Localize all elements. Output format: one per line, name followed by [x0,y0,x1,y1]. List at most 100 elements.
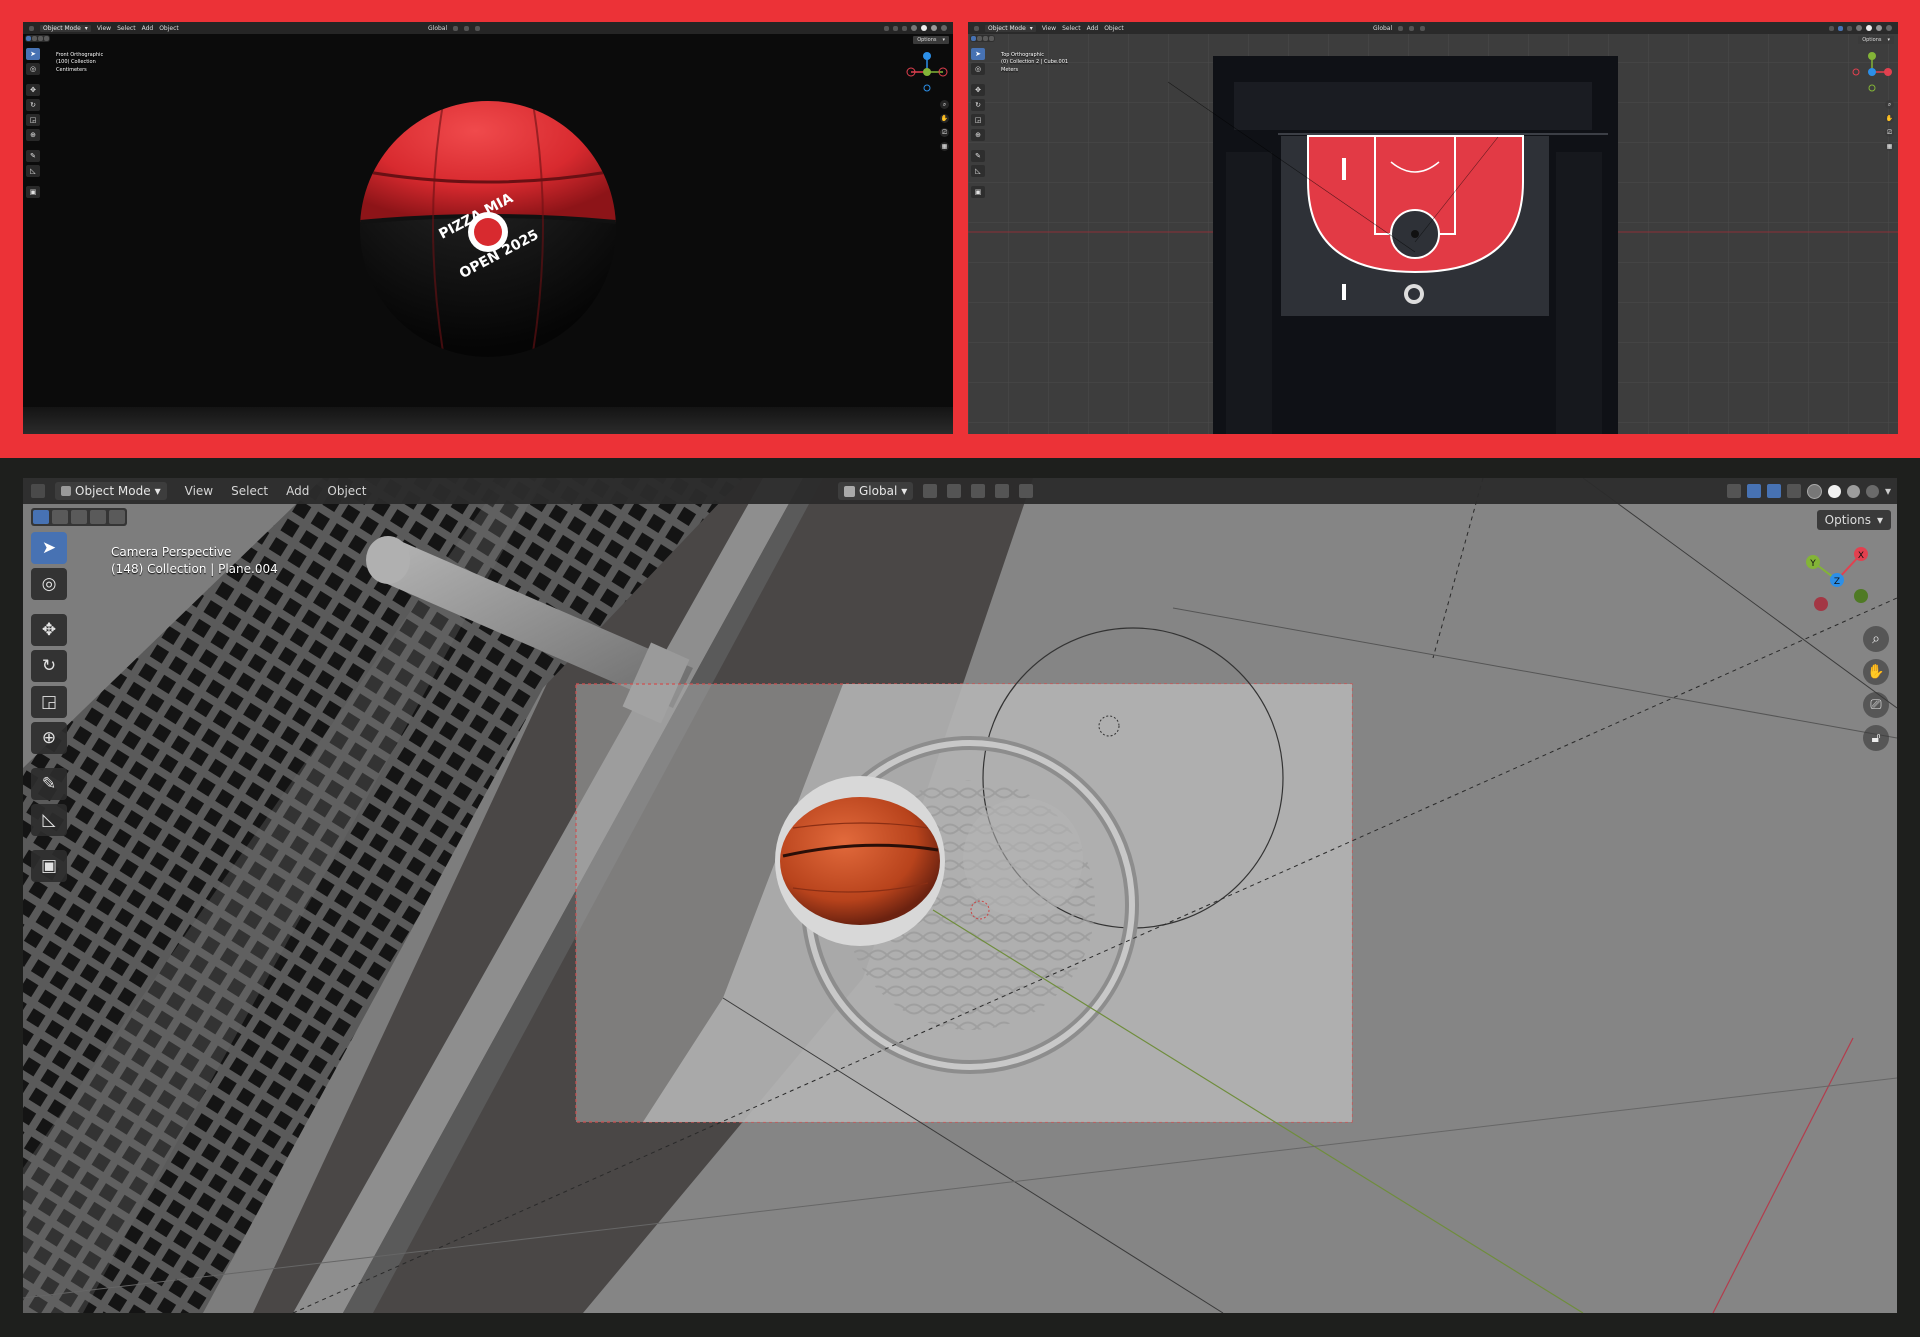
cursor3d-icon[interactable]: ◎ [971,63,985,75]
menu-add[interactable]: Add [1087,25,1099,32]
proportional-icon[interactable] [475,25,481,31]
editor-type-icon[interactable] [31,484,45,498]
hand-icon[interactable]: ✋ [940,114,949,123]
snap-icon[interactable] [464,25,470,31]
visibility-icon[interactable] [1829,25,1834,31]
snap-target-icon[interactable] [971,484,986,498]
menu-object[interactable]: Object [1104,25,1124,32]
navigation-gizmo[interactable] [905,50,949,94]
menu-select[interactable]: Select [117,25,136,32]
menu-object[interactable]: Object [159,25,179,32]
viewport-top-ortho[interactable]: Object Mode ▾ View Select Add Object Glob… [968,22,1898,434]
rendered-shading-icon[interactable] [1886,25,1892,31]
camera-icon[interactable]: ⎚ [940,128,949,137]
add-cube-icon[interactable]: ▣ [971,186,985,198]
menu-add[interactable]: Add [286,484,309,498]
navigation-gizmo[interactable] [1850,50,1894,94]
grid-icon[interactable]: ▦ [940,142,949,151]
camera-icon[interactable]: ⎚ [1863,692,1889,718]
orientation-selector[interactable]: Global ▾ [838,482,914,500]
options-button[interactable]: Options ▾ [913,36,949,44]
editor-type-icon[interactable] [29,25,34,31]
hand-icon[interactable]: ✋ [1885,114,1894,123]
material-shading-icon[interactable] [1876,25,1882,31]
annotate-icon[interactable]: ✎ [971,150,985,162]
select-intersect-icon[interactable] [44,36,49,41]
wireframe-shading-icon[interactable] [1806,483,1822,499]
menu-select[interactable]: Select [231,484,268,498]
transform-icon[interactable]: ⊕ [26,129,40,141]
rotate-icon[interactable]: ↻ [26,99,40,111]
cursor-icon[interactable]: ➤ [26,48,40,60]
material-shading-icon[interactable] [931,25,937,31]
mode-selector[interactable]: Object Mode ▾ [55,482,167,500]
gizmo-toggle-icon[interactable] [1838,25,1843,31]
menu-select[interactable]: Select [1062,25,1081,32]
rendered-shading-icon[interactable] [941,25,947,31]
lock-icon[interactable]: 🔓︎ [1863,725,1889,751]
select-subtract-icon[interactable] [38,36,43,41]
menu-view[interactable]: View [185,484,213,498]
overlay-icon[interactable] [1847,25,1852,31]
cursor-icon[interactable]: ➤ [31,532,67,564]
select-new-icon[interactable] [26,36,31,41]
scale-icon[interactable]: ◲ [971,114,985,126]
options-button[interactable]: Options ▾ [1858,36,1894,44]
camera-icon[interactable]: ⎚ [1885,128,1894,137]
solid-shading-icon[interactable] [1827,484,1841,498]
zoom-icon[interactable]: ⌕ [940,100,949,109]
gizmo-toggle-icon[interactable] [1746,484,1761,498]
solid-shading-icon[interactable] [921,25,927,31]
pivot-icon[interactable] [453,25,459,31]
transform-icon[interactable]: ⊕ [971,129,985,141]
select-extend-icon[interactable] [52,510,68,524]
proportional-icon[interactable] [1420,25,1426,31]
cursor-icon[interactable]: ➤ [971,48,985,60]
snap-icon[interactable] [1409,25,1415,31]
scale-icon[interactable]: ◲ [31,686,67,718]
grid-icon[interactable]: ▦ [1885,142,1894,151]
menu-add[interactable]: Add [142,25,154,32]
select-subtract-icon[interactable] [71,510,87,524]
rendered-shading-icon[interactable] [1865,484,1879,498]
menu-view[interactable]: View [97,25,111,32]
solid-shading-icon[interactable] [1866,25,1872,31]
viewport-camera-perspective[interactable]: Object Mode ▾ View Select Add Object Glo… [23,478,1897,1313]
snap-icon[interactable] [947,484,962,498]
navigation-gizmo[interactable]: X Y Z [1799,546,1879,618]
pivot-icon[interactable] [923,484,938,498]
rotate-icon[interactable]: ↻ [971,99,985,111]
wireframe-shading-icon[interactable] [1856,25,1862,31]
move-icon[interactable]: ✥ [26,84,40,96]
measure-icon[interactable]: ◺ [26,165,40,177]
move-icon[interactable]: ✥ [971,84,985,96]
hand-icon[interactable]: ✋ [1863,659,1889,685]
cursor3d-icon[interactable]: ◎ [26,63,40,75]
wireframe-shading-icon[interactable] [911,25,917,31]
select-new-icon[interactable] [33,510,49,524]
select-subtract-icon[interactable] [983,36,988,41]
xray-icon[interactable] [1786,484,1801,498]
visibility-icon[interactable] [884,25,889,31]
overlay-icon[interactable] [902,25,907,31]
menu-view[interactable]: View [1042,25,1056,32]
mode-selector[interactable]: Object Mode ▾ [40,24,91,32]
select-intersect-icon[interactable] [109,510,125,524]
scale-icon[interactable]: ◲ [26,114,40,126]
mode-selector[interactable]: Object Mode ▾ [985,24,1036,32]
viewport-front-ortho[interactable]: PIZZA MIA OPEN 2025 Object Mode ▾ View Se… [23,22,953,434]
move-icon[interactable]: ✥ [31,614,67,646]
select-new-icon[interactable] [971,36,976,41]
measure-icon[interactable]: ◺ [971,165,985,177]
zoom-icon[interactable]: ⌕ [1863,626,1889,652]
menu-object[interactable]: Object [327,484,366,498]
transform-icon[interactable]: ⊕ [31,722,67,754]
measure-icon[interactable]: ◺ [31,804,67,836]
shading-dropdown-icon[interactable]: ▾ [1885,484,1891,498]
annotate-icon[interactable]: ✎ [31,768,67,800]
zoom-icon[interactable]: ⌕ [1885,100,1894,109]
editor-type-icon[interactable] [974,25,979,31]
add-cube-icon[interactable]: ▣ [26,186,40,198]
rotate-icon[interactable]: ↻ [31,650,67,682]
add-cube-icon[interactable]: ▣ [31,850,67,882]
